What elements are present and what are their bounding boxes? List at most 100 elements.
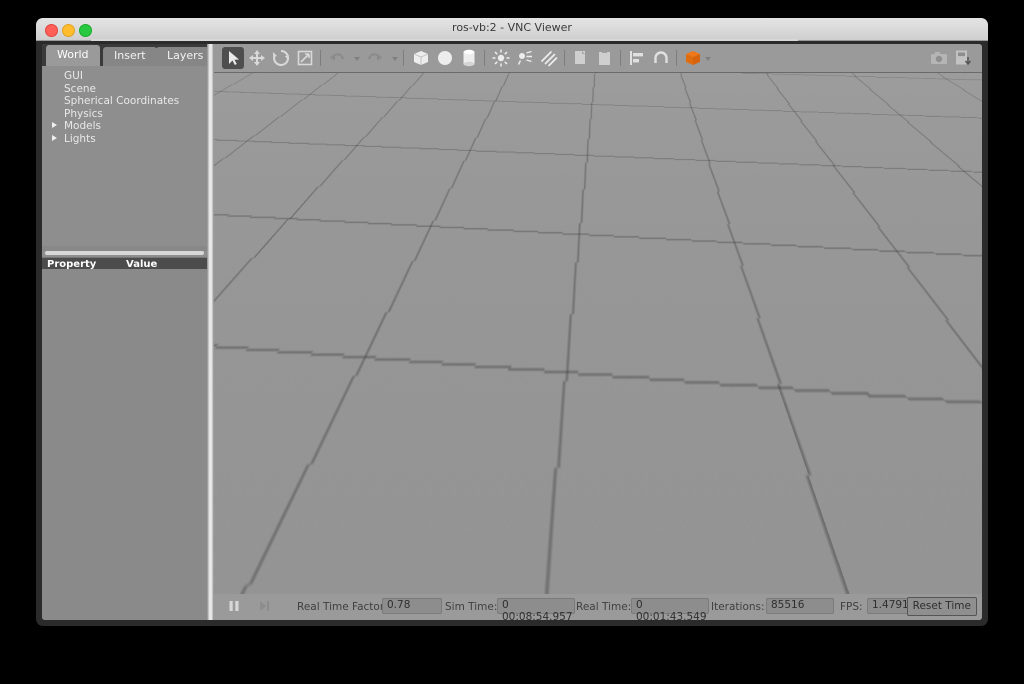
undo-button[interactable]: [326, 47, 348, 69]
view-dropdown-caret-icon[interactable]: [705, 57, 711, 61]
stats-row: Hz: 20.58 Bandwidth: 3.74 MB/s: [603, 297, 840, 313]
scrollbar-thumb[interactable]: [45, 251, 204, 255]
copy-button[interactable]: [570, 47, 592, 69]
scale-mode-button[interactable]: [294, 47, 316, 69]
gazebo-app: World Insert Layers GUI Scene Spherical …: [42, 44, 982, 620]
bookshelf-interior: [662, 349, 762, 449]
bookshelf-shelf: [660, 380, 764, 387]
undo-dropdown-caret-icon[interactable]: [354, 57, 360, 61]
table-top: [620, 83, 819, 184]
render-side: Topic: ~/camera/link/camera/image Hz: 20…: [214, 44, 982, 620]
tab-layers[interactable]: Layers: [156, 47, 214, 66]
camera-view-dialog[interactable]: Topic: ~/camera/link/camera/image Hz: 20…: [594, 268, 849, 495]
left-panel-tabs: World Insert Layers: [42, 44, 207, 66]
render-viewport[interactable]: Topic: ~/camera/link/camera/image Hz: 20…: [214, 73, 982, 594]
tree-item-label: Scene: [64, 83, 96, 95]
camera-image-view[interactable]: [603, 317, 842, 487]
tree-item-models[interactable]: Models: [42, 120, 207, 133]
tree-item-label: Physics: [64, 108, 103, 120]
iterations-value: 85516: [771, 599, 804, 611]
left-panel: World Insert Layers GUI Scene Spherical …: [42, 44, 207, 620]
insert-cylinder-button[interactable]: [458, 47, 480, 69]
insert-spot-light-button[interactable]: [514, 47, 536, 69]
tree-item-label: Lights: [64, 133, 96, 145]
iterations-field: 85516: [766, 598, 834, 614]
sim-time-label: Sim Time:: [445, 601, 497, 613]
move-arrows-icon: [246, 47, 268, 69]
camera-icon: [928, 47, 950, 69]
iterations-label: Iterations:: [711, 601, 765, 613]
window-title: ros-vb:2 - VNC Viewer: [36, 21, 988, 34]
real-time-factor-value: 0.78: [387, 599, 410, 611]
magnet-icon: [650, 47, 672, 69]
undo-arrow-icon: [326, 47, 348, 69]
topic-label: Topic:: [603, 279, 633, 291]
tab-world[interactable]: World: [46, 45, 100, 66]
real-time-factor-field: 0.78: [382, 598, 442, 614]
tab-insert[interactable]: Insert: [103, 47, 157, 66]
pause-button[interactable]: [226, 598, 242, 614]
tree-item-gui[interactable]: GUI: [42, 70, 207, 83]
hz-field: 20.58: [631, 297, 695, 314]
chevron-right-icon[interactable]: [52, 135, 57, 141]
reset-time-button[interactable]: Reset Time: [907, 597, 977, 616]
real-time-field: 0 00:01:43.549: [631, 598, 709, 614]
tree-item-physics[interactable]: Physics: [42, 108, 207, 121]
cylinder-icon: [458, 47, 480, 69]
bookshelf-right-rail: [759, 344, 768, 454]
insert-point-light-button[interactable]: [490, 47, 512, 69]
bandwidth-field: 3.74 MB/s: [788, 297, 842, 314]
hz-label: Hz:: [603, 299, 620, 311]
pause-icon: [226, 598, 242, 614]
spot-light-icon: [514, 47, 536, 69]
can-band-bottom: [693, 449, 710, 459]
rotate-icon: [270, 47, 292, 69]
insert-directional-light-button[interactable]: [538, 47, 560, 69]
align-button[interactable]: [626, 47, 648, 69]
tree-item-scene[interactable]: Scene: [42, 83, 207, 96]
bookshelf-model[interactable]: [314, 213, 554, 513]
panel-splitter[interactable]: [207, 44, 214, 620]
orange-cube-icon: [682, 47, 704, 69]
copy-icon: [570, 47, 592, 69]
insert-sphere-button[interactable]: [434, 47, 456, 69]
translate-mode-button[interactable]: [246, 47, 268, 69]
chevron-right-icon[interactable]: [52, 122, 57, 128]
bookshelf-left-side: [316, 220, 342, 476]
topic-select-value: ~/camera/link/camera/image: [650, 279, 804, 291]
paste-button[interactable]: [594, 47, 616, 69]
step-forward-icon: [256, 598, 272, 614]
scale-icon: [294, 47, 316, 69]
toolbar-separator: [564, 50, 565, 66]
paste-icon: [594, 47, 616, 69]
chevron-down-icon[interactable]: [823, 284, 833, 289]
tree-item-spherical-coordinates[interactable]: Spherical Coordinates: [42, 95, 207, 108]
log-save-icon: [952, 47, 974, 69]
resize-grip[interactable]: [829, 474, 840, 485]
tree-item-label: Spherical Coordinates: [64, 95, 179, 107]
save-log-button[interactable]: [952, 47, 974, 69]
insert-box-button[interactable]: [410, 47, 432, 69]
camera-image-bookshelf: [656, 344, 768, 454]
bookshelf-bottom-rail: [656, 444, 768, 454]
camera-image-soup-can: [693, 428, 710, 459]
titlebar-underline: [91, 39, 798, 41]
snap-button[interactable]: [650, 47, 672, 69]
toolbar-separator: [484, 50, 485, 66]
select-mode-button[interactable]: [222, 47, 244, 69]
topic-select[interactable]: ~/camera/link/camera/image: [643, 276, 840, 295]
step-forward-button[interactable]: [256, 598, 272, 614]
tree-item-lights[interactable]: Lights: [42, 133, 207, 146]
redo-dropdown-caret-icon[interactable]: [392, 57, 398, 61]
property-scrollbar[interactable]: [42, 251, 207, 258]
toolbar-separator: [403, 50, 404, 66]
sim-time-field: 0 00:08:54.957: [497, 598, 575, 614]
screenshot-button[interactable]: [928, 47, 950, 69]
table-model[interactable]: [634, 93, 814, 223]
redo-button[interactable]: [364, 47, 386, 69]
window-titlebar: ros-vb:2 - VNC Viewer: [36, 18, 988, 41]
toolbar-separator: [620, 50, 621, 66]
rotate-mode-button[interactable]: [270, 47, 292, 69]
view-appearance-button[interactable]: [682, 47, 704, 69]
real-time-factor-label: Real Time Factor:: [297, 601, 388, 613]
